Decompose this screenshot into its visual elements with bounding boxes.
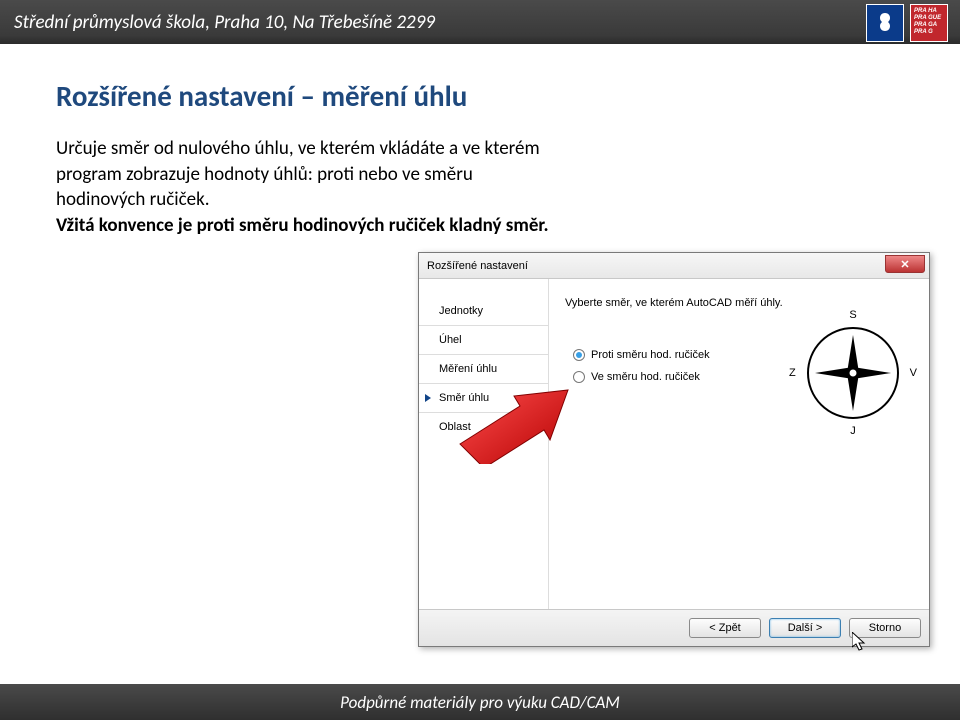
footer-bar: Podpůrné materiály pro výuku CAD/CAM — [0, 684, 960, 720]
back-button[interactable]: < Zpět — [689, 618, 761, 638]
dialog-title: Rozšířené nastavení — [427, 260, 528, 272]
radio-icon — [573, 349, 585, 361]
header-bar: Střední průmyslová škola, Praha 10, Na T… — [0, 0, 960, 44]
logo-praha: PRA HA PRA GUE PRA GA PRA G — [910, 4, 948, 42]
cursor-icon — [852, 632, 868, 657]
footer-text: Podpůrné materiály pro výuku CAD/CAM — [340, 692, 620, 713]
paragraph-2: Vžitá konvence je proti směru hodinových… — [56, 214, 549, 237]
page-title: Rozšířené nastavení – měření úhlu — [56, 78, 904, 114]
radio-label: Proti směru hod. ručiček — [591, 349, 710, 361]
dialog-body: Jednotky Úhel Měření úhlu Směr úhlu Obla… — [419, 279, 929, 609]
sidebar-item-oblast[interactable]: Oblast — [419, 413, 548, 441]
dialog-titlebar[interactable]: Rozšířené nastavení ✕ — [419, 253, 929, 279]
school-name: Střední průmyslová škola, Praha 10, Na T… — [14, 11, 435, 34]
sidebar-item-label: Úhel — [439, 334, 462, 346]
header-logos: PRA HA PRA GUE PRA GA PRA G — [866, 4, 948, 42]
radio-label: Ve směru hod. ručiček — [591, 371, 700, 383]
radio-icon — [573, 371, 585, 383]
paragraph-1: Určuje směr od nulového úhlu, ve kterém … — [56, 137, 540, 211]
sidebar-item-uhel[interactable]: Úhel — [419, 326, 548, 355]
sidebar-item-label: Oblast — [439, 421, 471, 433]
dialog-instruction: Vyberte směr, ve kterém AutoCAD měří úhl… — [565, 297, 913, 309]
sidebar-item-label: Jednotky — [439, 305, 483, 317]
sidebar-item-label: Směr úhlu — [439, 392, 489, 404]
sidebar-item-jednotky[interactable]: Jednotky — [419, 297, 548, 326]
compass-label-n: S — [849, 309, 856, 321]
dialog-sidebar: Jednotky Úhel Měření úhlu Směr úhlu Obla… — [419, 279, 549, 609]
sidebar-item-mereni-uhlu[interactable]: Měření úhlu — [419, 355, 548, 384]
button-label: < Zpět — [709, 622, 741, 634]
compass-label-w: Z — [789, 367, 796, 379]
slide-content: Rozšířené nastavení – měření úhlu Určuje… — [0, 44, 960, 239]
close-button[interactable]: ✕ — [885, 255, 925, 273]
dialog-main: Vyberte směr, ve kterém AutoCAD měří úhl… — [549, 279, 929, 609]
compass-icon: S J Z V — [805, 325, 901, 421]
sidebar-item-smer-uhlu[interactable]: Směr úhlu — [419, 384, 548, 413]
settings-dialog: Rozšířené nastavení ✕ Jednotky Úhel Měře… — [418, 252, 930, 647]
compass-label-s: J — [850, 425, 856, 437]
button-label: Storno — [869, 622, 901, 634]
button-label: Další > — [788, 622, 823, 634]
close-icon: ✕ — [900, 258, 909, 271]
marker-icon — [425, 394, 431, 402]
body-text: Určuje směr od nulového úhlu, ve kterém … — [56, 136, 556, 239]
logo-sps — [866, 4, 904, 42]
compass-label-e: V — [910, 367, 917, 379]
sidebar-item-label: Měření úhlu — [439, 363, 497, 375]
next-button[interactable]: Další > — [769, 618, 841, 638]
